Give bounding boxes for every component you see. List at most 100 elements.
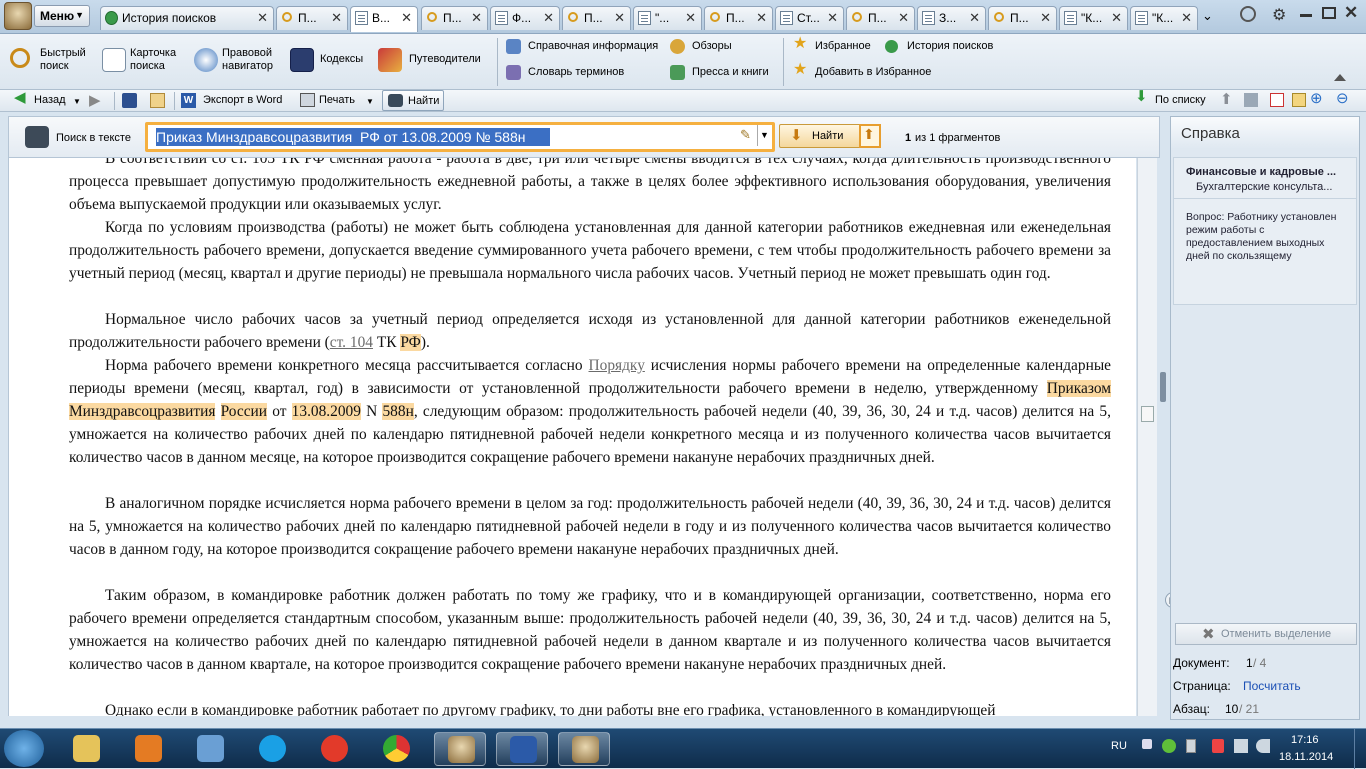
search-history-button[interactable]: История поисков [885, 39, 1005, 57]
chrome-taskbar-button[interactable] [370, 732, 422, 766]
list-icon[interactable] [1244, 93, 1258, 107]
reference-info-button[interactable]: Справочная информация [506, 39, 666, 57]
reviews-button[interactable]: Обзоры [670, 39, 770, 57]
yandex-browser-icon [321, 735, 348, 762]
tab-2[interactable]: В... ✕ [350, 6, 418, 32]
help-card[interactable]: Финансовые и кадровые ... Бухгалтерские … [1173, 157, 1357, 305]
tray-security-icon[interactable] [1212, 739, 1224, 753]
tray-app-icon[interactable] [1162, 739, 1176, 753]
close-tab-icon[interactable]: ✕ [471, 10, 482, 26]
card-search-button[interactable]: Карточка поиска [102, 44, 187, 78]
volume-icon[interactable] [1256, 739, 1270, 753]
media-player-taskbar-button[interactable] [122, 732, 174, 766]
back-button[interactable]: ◀ Назад ▼ [14, 90, 84, 109]
up-arrow-icon[interactable]: ⬆ [1220, 90, 1233, 108]
tab-9[interactable]: П... ✕ [846, 6, 915, 30]
tab-10[interactable]: З... ✕ [917, 6, 986, 30]
forward-arrow-icon[interactable]: ▶ [89, 91, 101, 109]
close-tab-icon[interactable]: ✕ [401, 10, 412, 26]
find-in-doc-button[interactable]: Найти [382, 90, 444, 111]
close-window-icon[interactable]: ✕ [1344, 3, 1358, 23]
close-tab-icon[interactable]: ✕ [827, 10, 838, 26]
bookmark-icon[interactable] [1292, 93, 1306, 107]
network-icon[interactable] [1234, 739, 1248, 753]
clear-selection-button[interactable]: ✖ Отменить выделение [1175, 623, 1357, 645]
tab-11[interactable]: П... ✕ [988, 6, 1057, 30]
tab-0[interactable]: История поисков ✕ [100, 6, 274, 30]
eraser-icon[interactable]: ✎ [740, 127, 751, 143]
refresh-icon[interactable] [1240, 6, 1256, 22]
codes-button[interactable]: Кодексы [290, 44, 370, 78]
tray-arrow-icon[interactable] [1142, 739, 1152, 749]
find-previous-button[interactable]: ⬆ [859, 124, 881, 148]
word-taskbar-button[interactable] [496, 732, 548, 766]
language-indicator[interactable]: RU [1111, 740, 1127, 752]
close-tab-icon[interactable]: ✕ [257, 10, 268, 26]
close-tab-icon[interactable]: ✕ [685, 10, 696, 26]
tab-3[interactable]: П... ✕ [421, 6, 488, 30]
export-word-button[interactable]: W Экспорт в Word [181, 93, 293, 109]
tab-7[interactable]: П... ✕ [704, 6, 773, 30]
by-list-button[interactable]: ⬇ По списку [1135, 89, 1215, 109]
tab-13[interactable]: "К... ✕ [1130, 6, 1198, 30]
chevron-down-icon[interactable]: ▼ [366, 95, 374, 108]
chevron-down-icon[interactable]: ▼ [73, 95, 81, 108]
windows-start-icon[interactable] [4, 730, 44, 767]
article-link[interactable]: ст. 104 [330, 334, 373, 351]
zoom-out-icon[interactable]: ⊖ [1336, 89, 1349, 107]
order-link[interactable]: Порядку [589, 357, 645, 374]
yandex-taskbar-button[interactable] [308, 732, 360, 766]
add-favorites-button[interactable]: ★ Добавить в Избранное [793, 62, 943, 83]
settings-icon[interactable]: ⚙ [1272, 5, 1286, 25]
search-input[interactable] [152, 127, 732, 147]
chevron-down-icon[interactable]: ⌄ [1202, 8, 1213, 24]
consultant-taskbar-button[interactable] [434, 732, 486, 766]
document-scrollbar[interactable] [1137, 158, 1157, 716]
close-tab-icon[interactable]: ✕ [1111, 10, 1122, 26]
favorites-button[interactable]: ★ Избранное [793, 36, 883, 57]
explorer-taskbar-button[interactable] [60, 732, 112, 766]
splitter-handle[interactable] [1160, 372, 1166, 402]
guides-button[interactable]: Путеводители [378, 44, 488, 78]
tab-1[interactable]: П... ✕ [276, 6, 348, 30]
print-button[interactable]: Печать ▼ [300, 93, 375, 109]
close-tab-icon[interactable]: ✕ [331, 10, 342, 26]
press-books-button[interactable]: Пресса и книги [670, 65, 780, 83]
tab-4[interactable]: Ф... ✕ [490, 6, 560, 30]
quick-search-button[interactable]: Быстрый поиск [10, 44, 95, 78]
close-tab-icon[interactable]: ✕ [756, 10, 767, 26]
clock-time[interactable]: 17:16 [1291, 734, 1319, 746]
skype-taskbar-button[interactable] [246, 732, 298, 766]
count-pages-link[interactable]: Посчитать [1243, 679, 1301, 693]
tab-5[interactable]: П... ✕ [562, 6, 631, 30]
chevron-down-icon[interactable]: ▼ [757, 125, 771, 146]
close-tab-icon[interactable]: ✕ [969, 10, 980, 26]
find-next-button[interactable]: ⬇ Найти [779, 124, 861, 148]
document-status-icon[interactable] [1270, 93, 1284, 107]
tab-8[interactable]: Ст... ✕ [775, 6, 844, 30]
collapse-toolbar-icon[interactable] [1334, 74, 1346, 81]
minimize-icon[interactable] [1300, 14, 1312, 17]
folder-icon[interactable] [150, 93, 165, 108]
close-tab-icon[interactable]: ✕ [1040, 10, 1051, 26]
close-tab-icon[interactable]: ✕ [614, 10, 625, 26]
close-tab-icon[interactable]: ✕ [898, 10, 909, 26]
scrollbar-thumb[interactable] [1141, 406, 1154, 422]
tray-usb-icon[interactable] [1186, 739, 1196, 753]
tab-6[interactable]: "... ✕ [633, 6, 702, 30]
consultant-taskbar-button-2[interactable] [558, 732, 610, 766]
tab-12[interactable]: "К... ✕ [1059, 6, 1128, 30]
glossary-button[interactable]: Словарь терминов [506, 65, 666, 83]
volume-app-taskbar-button[interactable] [184, 732, 236, 766]
maximize-icon[interactable] [1322, 7, 1336, 19]
legal-navigator-button[interactable]: Правовой навигатор [194, 44, 284, 78]
zoom-in-icon[interactable]: ⊕ [1310, 89, 1323, 107]
close-tab-icon[interactable]: ✕ [543, 10, 554, 26]
menu-button[interactable]: Меню ▼ [34, 5, 90, 27]
document-text-area[interactable]: В соответствии со ст. 103 ТК РФ сменная … [8, 158, 1136, 716]
close-tab-icon[interactable]: ✕ [1181, 10, 1192, 26]
show-desktop-button[interactable] [1354, 729, 1366, 769]
clock-date[interactable]: 18.11.2014 [1279, 751, 1333, 763]
save-icon[interactable] [122, 93, 137, 108]
consultant-logo-icon[interactable] [4, 2, 32, 30]
